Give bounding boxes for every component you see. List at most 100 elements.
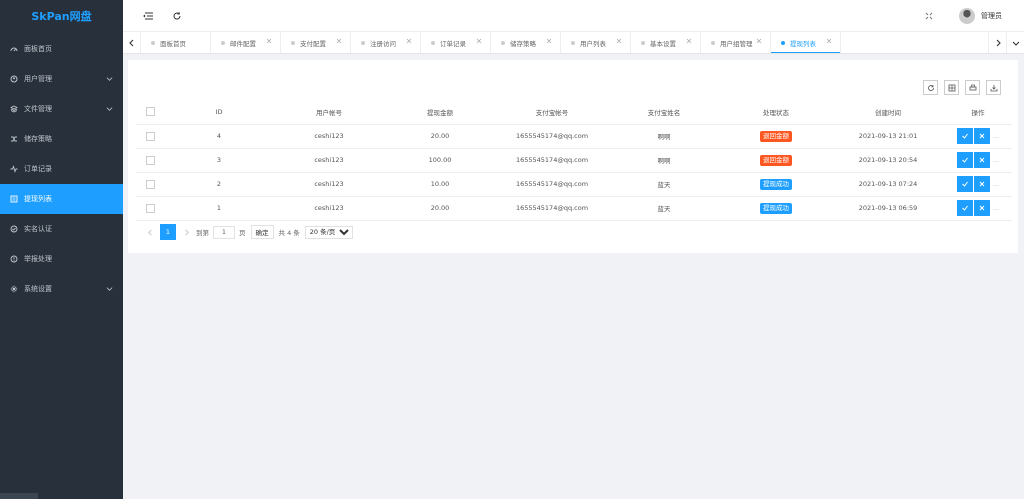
print-icon[interactable] <box>965 80 980 95</box>
reject-button[interactable] <box>973 128 990 144</box>
page-size-select[interactable]: 20 条/页 <box>304 225 353 239</box>
tab-2[interactable]: 支付配置 <box>281 32 351 53</box>
tab-label: 注册访问 <box>370 39 396 48</box>
cell-amount: 20.00 <box>384 124 496 149</box>
tab-6[interactable]: 用户列表 <box>561 32 631 53</box>
tab-8[interactable]: 用户组管理 <box>701 32 771 53</box>
more-icon[interactable]: … <box>993 204 1000 212</box>
row-checkbox[interactable] <box>145 131 155 141</box>
table-row[interactable]: 4 ceshi123 20.00 1655545174@qq.com 啊啊 退回金额 202… <box>136 124 1012 149</box>
tabs-scroll-left-icon[interactable] <box>123 32 141 53</box>
reject-button[interactable] <box>973 152 990 168</box>
app-logo[interactable]: SkPan网盘 <box>0 0 123 34</box>
page-current[interactable]: 1 <box>160 224 176 240</box>
sidebar-item-6[interactable]: 实名认证 <box>0 214 123 244</box>
prev-page-icon[interactable] <box>142 224 158 240</box>
cell-account: ceshi123 <box>274 172 384 197</box>
sidebar-item-2[interactable]: 文件管理 <box>0 94 123 124</box>
tab-7[interactable]: 基本设置 <box>631 32 701 53</box>
more-icon[interactable]: … <box>993 132 1000 140</box>
row-checkbox[interactable] <box>145 203 155 213</box>
total-count: 共 4 条 <box>278 229 300 237</box>
approve-button[interactable] <box>956 152 973 168</box>
close-icon[interactable] <box>266 38 272 44</box>
close-icon[interactable] <box>476 38 482 44</box>
close-icon[interactable] <box>336 38 342 44</box>
sidebar-item-4[interactable]: 订单记录 <box>0 154 123 184</box>
avatar[interactable] <box>959 8 975 24</box>
tab-9[interactable]: 提现列表 <box>771 32 841 53</box>
close-icon[interactable] <box>756 38 762 44</box>
cell-id: 3 <box>164 148 274 173</box>
tab-label: 提现列表 <box>790 39 816 48</box>
close-icon[interactable] <box>826 38 832 44</box>
sidebar-item-0[interactable]: 面板首页 <box>0 34 123 64</box>
row-checkbox[interactable] <box>145 155 155 165</box>
col-header-alipay[interactable]: 支付宝帐号 <box>496 100 608 125</box>
col-header-account[interactable]: 用户帐号 <box>274 100 384 125</box>
list-icon <box>10 195 18 203</box>
tabs-scroll-right-icon[interactable] <box>988 32 1006 53</box>
table-row[interactable]: 3 ceshi123 100.00 1655545174@qq.com 啊啊 退回金额 20… <box>136 148 1012 173</box>
tab-dot-icon <box>781 40 785 45</box>
select-all-checkbox[interactable] <box>145 107 155 117</box>
tab-4[interactable]: 订单记录 <box>421 32 491 53</box>
export-icon[interactable] <box>986 80 1001 95</box>
username[interactable]: 管理员 <box>981 11 1002 21</box>
tab-5[interactable]: 储存策略 <box>491 32 561 53</box>
refresh-icon[interactable] <box>171 10 183 22</box>
verify-icon <box>10 225 18 233</box>
sidebar-nav: 面板首页 用户管理 文件管理 储存策略 订单记录 提现列表 实名认证 举报处理 系统设置 <box>0 34 123 304</box>
cell-id: 1 <box>164 196 274 221</box>
refresh-table-icon[interactable] <box>923 80 938 95</box>
approve-button[interactable] <box>956 128 973 144</box>
goto-page-input[interactable]: 1 <box>213 225 235 239</box>
sidebar-item-8[interactable]: 系统设置 <box>0 274 123 304</box>
col-header-amount[interactable]: 提现金额 <box>384 100 496 125</box>
more-icon[interactable]: … <box>993 180 1000 188</box>
close-icon[interactable] <box>686 38 692 44</box>
top-header: 管理员 <box>123 0 1024 32</box>
sidebar-item-3[interactable]: 储存策略 <box>0 124 123 154</box>
col-header-id[interactable]: ID <box>164 100 274 125</box>
close-icon[interactable] <box>616 38 622 44</box>
approve-button[interactable] <box>956 200 973 216</box>
tabs-dropdown-icon[interactable] <box>1006 32 1024 53</box>
col-header-status[interactable]: 处理状态 <box>720 100 832 125</box>
cell-created: 2021-09-13 20:54 <box>832 148 944 173</box>
fullscreen-icon[interactable] <box>923 10 935 22</box>
cell-id: 4 <box>164 124 274 149</box>
sidebar-item-1[interactable]: 用户管理 <box>0 64 123 94</box>
reject-button[interactable] <box>973 200 990 216</box>
sidebar-item-5[interactable]: 提现列表 <box>0 184 123 214</box>
tab-1[interactable]: 邮件配置 <box>211 32 281 53</box>
col-header-created[interactable]: 创建时间 <box>832 100 944 125</box>
row-checkbox[interactable] <box>145 179 155 189</box>
menu-toggle-icon[interactable] <box>143 10 155 22</box>
col-header-name[interactable]: 支付宝姓名 <box>608 100 720 125</box>
goto-confirm-button[interactable]: 确定 <box>250 225 274 239</box>
tab-0[interactable]: 面板首页 <box>141 32 211 53</box>
columns-filter-icon[interactable] <box>944 80 959 95</box>
approve-button[interactable] <box>956 176 973 192</box>
reject-button[interactable] <box>973 176 990 192</box>
cell-alipay: 1655545174@qq.com <box>496 172 608 197</box>
more-icon[interactable]: … <box>993 156 1000 164</box>
tab-dot-icon <box>361 40 365 45</box>
table-row[interactable]: 1 ceshi123 20.00 1655545174@qq.com 蓝天 提现成功 202… <box>136 196 1012 221</box>
close-icon[interactable] <box>406 38 412 44</box>
tab-dot-icon <box>571 40 575 45</box>
table-row[interactable]: 2 ceshi123 10.00 1655545174@qq.com 蓝天 提现成功 202… <box>136 172 1012 197</box>
user-menu[interactable]: 管理员 <box>959 8 1002 24</box>
tab-dot-icon <box>291 40 295 45</box>
next-page-icon[interactable] <box>178 224 194 240</box>
sidebar-item-7[interactable]: 举报处理 <box>0 244 123 274</box>
chevron-down-icon <box>106 107 113 111</box>
tab-3[interactable]: 注册访问 <box>351 32 421 53</box>
close-icon[interactable] <box>546 38 552 44</box>
sidebar: SkPan网盘 面板首页 用户管理 文件管理 储存策略 订单记录 提现列表 实名认证 举报处理… <box>0 0 123 499</box>
status-badge: 退回金额 <box>760 154 792 166</box>
report-icon <box>10 255 18 263</box>
user-icon <box>10 75 18 83</box>
cell-account: ceshi123 <box>274 196 384 221</box>
